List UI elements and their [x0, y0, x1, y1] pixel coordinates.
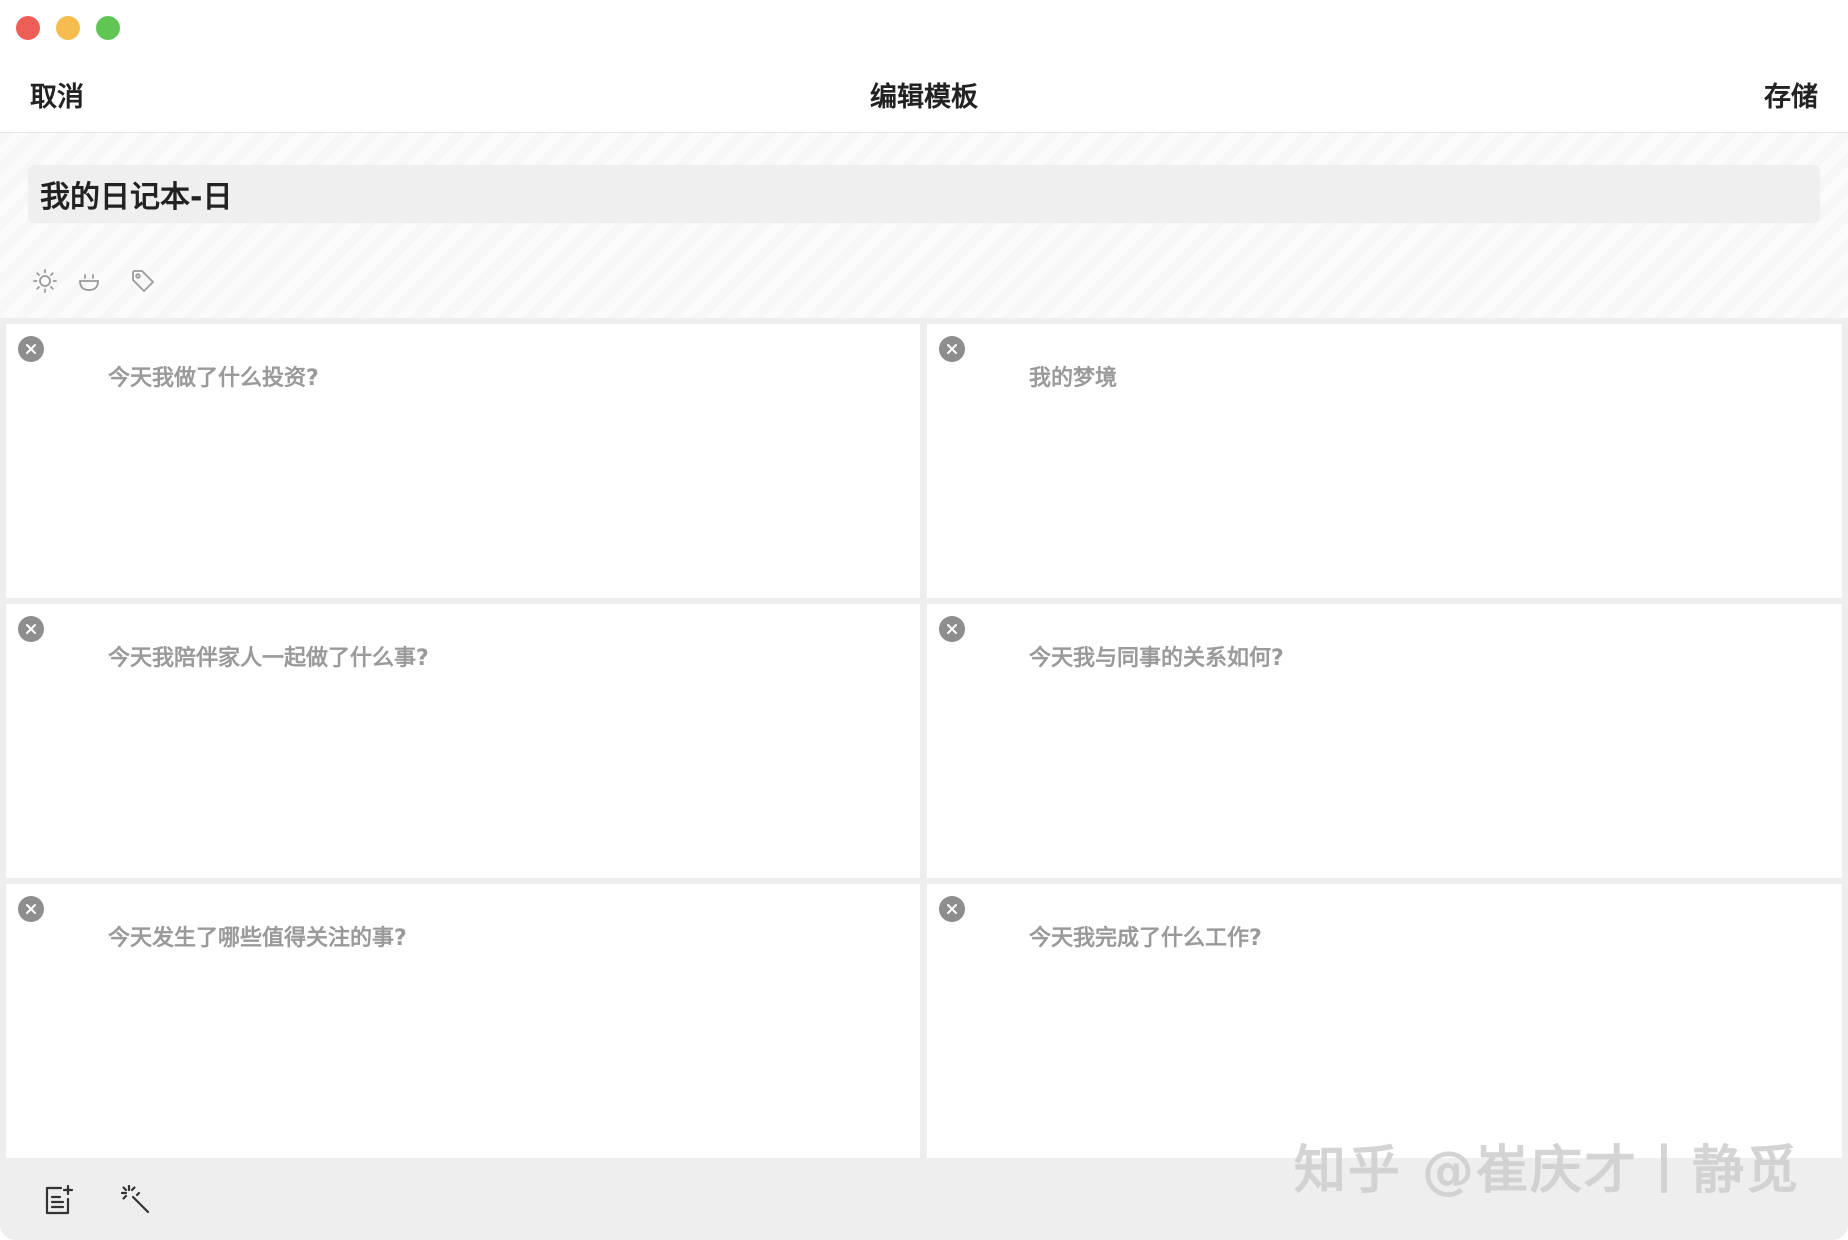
close-window-button[interactable]: [16, 16, 40, 40]
close-icon: [947, 344, 957, 354]
remove-prompt-button[interactable]: [939, 616, 965, 642]
page-title: 编辑模板: [870, 82, 978, 113]
prompt-card[interactable]: 今天发生了哪些值得关注的事?: [6, 884, 920, 1158]
smile-icon[interactable]: [74, 266, 104, 296]
remove-prompt-button[interactable]: [939, 896, 965, 922]
prompt-text: 今天我做了什么投资?: [108, 366, 319, 391]
prompt-card[interactable]: 今天我与同事的关系如何?: [927, 604, 1842, 878]
nav-bar: 编辑模板 取消 存储: [0, 55, 1848, 133]
close-icon: [947, 624, 957, 634]
app-window: 编辑模板 取消 存储 我的日记本-日 今天我做了什么投资? 我的梦境 今天我陪伴…: [0, 0, 1848, 1240]
sun-icon[interactable]: [30, 266, 60, 296]
remove-prompt-button[interactable]: [18, 336, 44, 362]
prompt-text: 今天发生了哪些值得关注的事?: [108, 926, 407, 951]
cancel-button[interactable]: 取消: [30, 75, 84, 114]
template-header: [0, 133, 1848, 318]
save-button[interactable]: 存储: [1764, 75, 1818, 114]
prompt-grid: 今天我做了什么投资? 我的梦境 今天我陪伴家人一起做了什么事? 今天我与同事的关…: [0, 318, 1848, 1158]
page-title-wrap: 编辑模板: [0, 75, 1848, 114]
prompt-card[interactable]: 今天我陪伴家人一起做了什么事?: [6, 604, 920, 878]
template-name-input[interactable]: [28, 165, 1820, 223]
prompt-text: 今天我陪伴家人一起做了什么事?: [108, 646, 429, 671]
magic-wand-icon[interactable]: [116, 1180, 156, 1220]
close-icon: [26, 904, 36, 914]
remove-prompt-button[interactable]: [939, 336, 965, 362]
remove-prompt-button[interactable]: [18, 896, 44, 922]
close-icon: [947, 904, 957, 914]
prompt-text: 我的梦境: [1029, 366, 1118, 391]
add-note-icon[interactable]: [38, 1180, 78, 1220]
watermark: 知乎 @崔庆才丨静觅: [1293, 1141, 1800, 1201]
tag-icon[interactable]: [128, 266, 158, 296]
prompt-text: 今天我完成了什么工作?: [1029, 926, 1262, 951]
remove-prompt-button[interactable]: [18, 616, 44, 642]
header-icon-row: [30, 261, 158, 301]
prompt-card[interactable]: 我的梦境: [927, 324, 1842, 598]
prompt-card[interactable]: 今天我做了什么投资?: [6, 324, 920, 598]
maximize-window-button[interactable]: [96, 16, 120, 40]
prompt-text: 今天我与同事的关系如何?: [1029, 646, 1284, 671]
title-bar: [0, 0, 1848, 55]
close-icon: [26, 624, 36, 634]
minimize-window-button[interactable]: [56, 16, 80, 40]
prompt-card[interactable]: 今天我完成了什么工作?: [927, 884, 1842, 1158]
close-icon: [26, 344, 36, 354]
